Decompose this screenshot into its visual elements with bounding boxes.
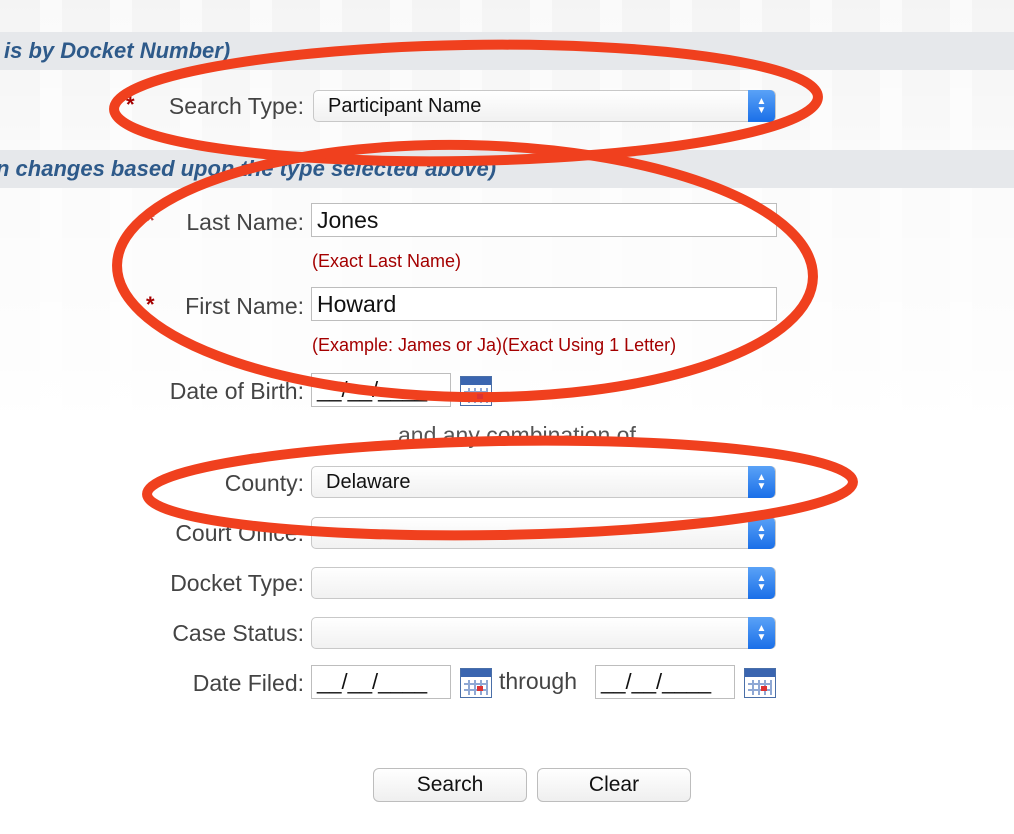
through-label: through — [499, 668, 578, 694]
chevron-up-down-icon[interactable]: ▲ ▼ — [748, 567, 775, 599]
county-select[interactable]: Delaware ▲ ▼ — [311, 466, 776, 498]
search-type-value: Participant Name — [328, 94, 482, 117]
required-marker: * — [126, 92, 135, 117]
date-filed-from-input[interactable]: __/__/____ — [311, 665, 451, 699]
clear-button[interactable]: Clear — [537, 768, 691, 802]
first-name-input[interactable]: Howard — [311, 287, 777, 321]
section-header-criteria: n changes based upon the type selected a… — [0, 150, 1014, 188]
date-of-birth-label: Date of Birth: — [169, 378, 304, 404]
required-marker: * — [146, 208, 155, 233]
court-office-label: Court Office: — [175, 520, 304, 546]
county-value: Delaware — [326, 470, 411, 493]
section-header-top-text: is by Docket Number) — [4, 38, 231, 63]
calendar-icon[interactable] — [460, 376, 492, 406]
chevron-up-down-icon[interactable]: ▲ ▼ — [748, 90, 775, 122]
search-type-label: Search Type: — [168, 93, 304, 119]
court-office-select[interactable]: ▲ ▼ — [311, 517, 776, 549]
section-header-top: is by Docket Number) — [0, 32, 1014, 70]
docket-type-select[interactable]: ▲ ▼ — [311, 567, 776, 599]
chevron-up-down-icon[interactable]: ▲ ▼ — [748, 617, 775, 649]
date-of-birth-input[interactable]: __/__/____ — [311, 373, 451, 407]
last-name-label: Last Name: — [186, 209, 304, 235]
docket-type-label: Docket Type: — [170, 570, 304, 596]
calendar-icon[interactable] — [744, 668, 776, 698]
first-name-label: First Name: — [185, 293, 304, 319]
section-header-criteria-text: n changes based upon the type selected a… — [0, 156, 497, 181]
date-filed-label: Date Filed: — [192, 670, 304, 696]
case-status-select[interactable]: ▲ ▼ — [311, 617, 776, 649]
county-label: County: — [224, 470, 304, 496]
chevron-up-down-icon[interactable]: ▲ ▼ — [748, 517, 775, 549]
date-filed-to-input[interactable]: __/__/____ — [595, 665, 735, 699]
required-marker: * — [146, 292, 155, 317]
chevron-up-down-icon[interactable]: ▲ ▼ — [748, 466, 775, 498]
search-type-select[interactable]: Participant Name ▲ ▼ — [313, 90, 776, 122]
first-name-hint: (Example: James or Ja)(Exact Using 1 Let… — [312, 335, 677, 355]
search-button[interactable]: Search — [373, 768, 527, 802]
last-name-hint: (Exact Last Name) — [312, 251, 462, 271]
last-name-input[interactable]: Jones — [311, 203, 777, 237]
calendar-icon[interactable] — [460, 668, 492, 698]
combination-text: and any combination of — [398, 422, 636, 448]
case-status-label: Case Status: — [172, 620, 304, 646]
